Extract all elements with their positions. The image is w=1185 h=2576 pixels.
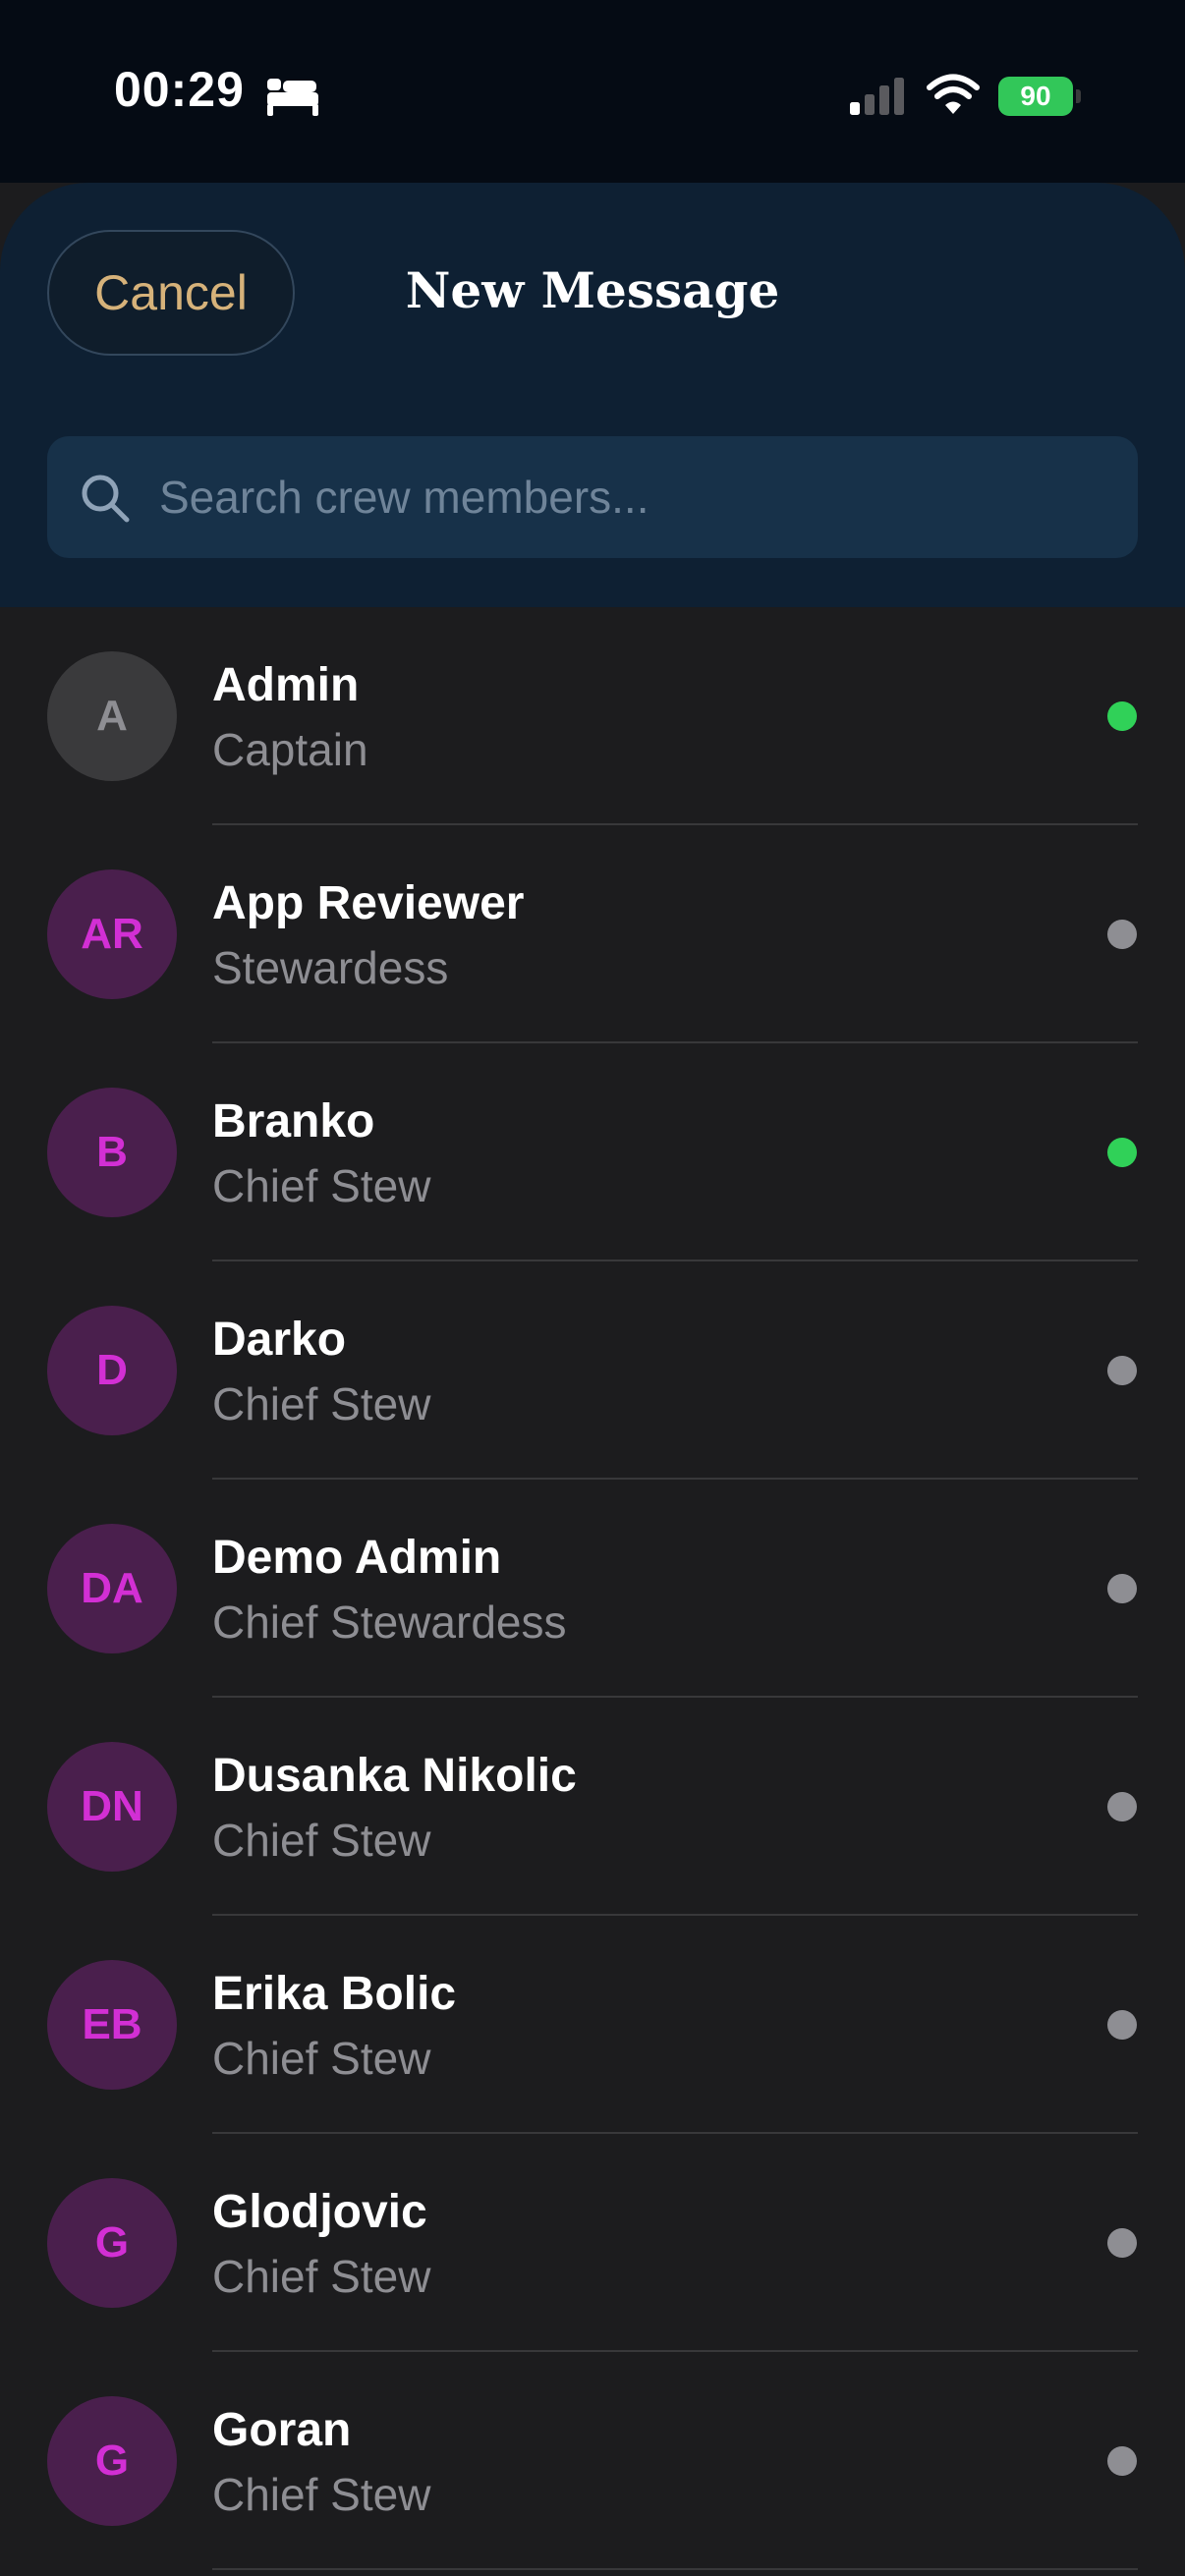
- crew-row-app-reviewer[interactable]: AR App Reviewer Stewardess: [0, 825, 1185, 1043]
- offline-status-dot: [1107, 1574, 1137, 1603]
- search-box[interactable]: [47, 436, 1138, 558]
- search-input[interactable]: [159, 436, 1102, 558]
- crew-role: Stewardess: [212, 942, 449, 993]
- crew-role: Captain: [212, 724, 368, 775]
- crew-list: A Admin Captain AR App Reviewer Stewarde…: [0, 607, 1185, 2570]
- row-divider: [212, 2568, 1138, 2570]
- offline-status-dot: [1107, 2228, 1137, 2258]
- crew-row-darko[interactable]: D Darko Chief Stew: [0, 1261, 1185, 1480]
- crew-row-admin[interactable]: A Admin Captain: [0, 607, 1185, 825]
- battery-charging-icon: 90: [998, 77, 1081, 116]
- avatar: G: [47, 2178, 177, 2308]
- avatar: DN: [47, 1742, 177, 1872]
- crew-role: Chief Stew: [212, 1815, 431, 1866]
- crew-row-erika-bolic[interactable]: EB Erika Bolic Chief Stew: [0, 1916, 1185, 2134]
- battery-level: 90: [998, 77, 1073, 116]
- crew-role: Chief Stew: [212, 2033, 431, 2084]
- offline-status-dot: [1107, 1792, 1137, 1821]
- crew-name: App Reviewer: [212, 877, 525, 929]
- crew-role: Chief Stewardess: [212, 1596, 567, 1648]
- avatar: AR: [47, 869, 177, 999]
- online-status-dot: [1107, 1138, 1137, 1167]
- crew-name: Demo Admin: [212, 1532, 502, 1584]
- crew-name: Glodjovic: [212, 2186, 427, 2238]
- offline-status-dot: [1107, 2446, 1137, 2476]
- crew-row-goran[interactable]: G Goran Chief Stew: [0, 2352, 1185, 2570]
- battery-cap: [1076, 89, 1081, 103]
- avatar: B: [47, 1088, 177, 1217]
- avatar: EB: [47, 1960, 177, 2090]
- avatar: DA: [47, 1524, 177, 1653]
- avatar: G: [47, 2396, 177, 2526]
- crew-row-dusanka-nikolic[interactable]: DN Dusanka Nikolic Chief Stew: [0, 1698, 1185, 1916]
- crew-name: Darko: [212, 1314, 347, 1366]
- crew-name: Erika Bolic: [212, 1968, 457, 2020]
- crew-name: Goran: [212, 2404, 352, 2456]
- online-status-dot: [1107, 701, 1137, 731]
- crew-name: Admin: [212, 659, 360, 711]
- crew-role: Chief Stew: [212, 1160, 431, 1211]
- crew-name: Branko: [212, 1095, 375, 1148]
- sleep-focus-icon: [267, 79, 318, 116]
- sheet-header: Cancel New Message: [0, 183, 1185, 607]
- crew-role: Chief Stew: [212, 2469, 431, 2520]
- offline-status-dot: [1107, 1356, 1137, 1385]
- status-time: 00:29: [114, 62, 245, 117]
- page-title: New Message: [405, 261, 780, 319]
- crew-role: Chief Stew: [212, 1378, 431, 1429]
- cellular-signal-icon: [850, 78, 904, 115]
- offline-status-dot: [1107, 920, 1137, 949]
- crew-name: Dusanka Nikolic: [212, 1750, 577, 1802]
- search-icon: [82, 475, 130, 523]
- crew-role: Chief Stew: [212, 2251, 431, 2302]
- offline-status-dot: [1107, 2010, 1137, 2040]
- crew-row-demo-admin[interactable]: DA Demo Admin Chief Stewardess: [0, 1480, 1185, 1698]
- avatar: A: [47, 651, 177, 781]
- status-bar: 00:29 90: [0, 0, 1185, 183]
- avatar: D: [47, 1306, 177, 1435]
- crew-row-branko[interactable]: B Branko Chief Stew: [0, 1043, 1185, 1261]
- wifi-icon: [927, 74, 980, 114]
- crew-row-glodjovic[interactable]: G Glodjovic Chief Stew: [0, 2134, 1185, 2352]
